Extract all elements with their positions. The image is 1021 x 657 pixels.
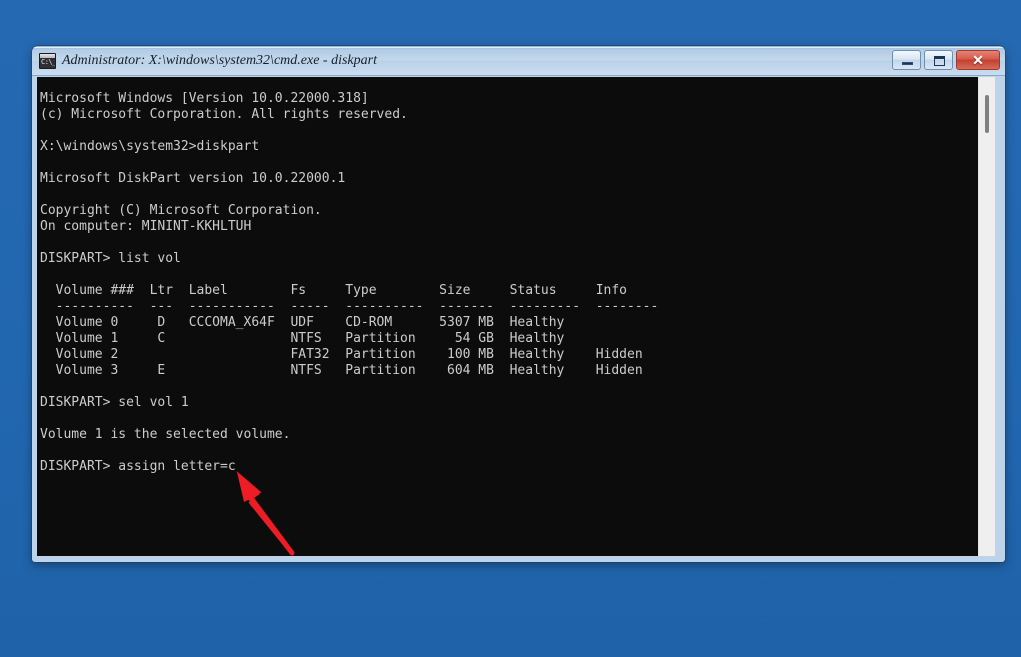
terminal-output-area[interactable]: Microsoft Windows [Version 10.0.22000.31… (37, 77, 995, 556)
minimize-button[interactable] (892, 50, 921, 70)
terminal-text: Microsoft Windows [Version 10.0.22000.31… (40, 91, 960, 475)
window-client-area: Microsoft Windows [Version 10.0.22000.31… (32, 76, 1005, 562)
window-controls: ✕ (892, 50, 1000, 70)
maximize-button[interactable] (924, 50, 953, 70)
terminal-scrollbar-thumb[interactable] (985, 95, 989, 133)
cmd-console-icon: C:\_ (39, 53, 56, 69)
window-title-bar[interactable]: C:\_ Administrator: X:\windows\system32\… (32, 46, 1005, 76)
minimize-icon (902, 62, 913, 65)
terminal-scrollbar[interactable] (978, 77, 995, 556)
maximize-icon (934, 56, 945, 66)
close-icon: ✕ (957, 51, 999, 69)
close-button[interactable]: ✕ (956, 50, 1000, 70)
icon-prompt-text: C:\_ (41, 58, 56, 66)
command-prompt-window: C:\_ Administrator: X:\windows\system32\… (32, 46, 1005, 562)
window-title-text: Administrator: X:\windows\system32\cmd.e… (62, 46, 377, 76)
